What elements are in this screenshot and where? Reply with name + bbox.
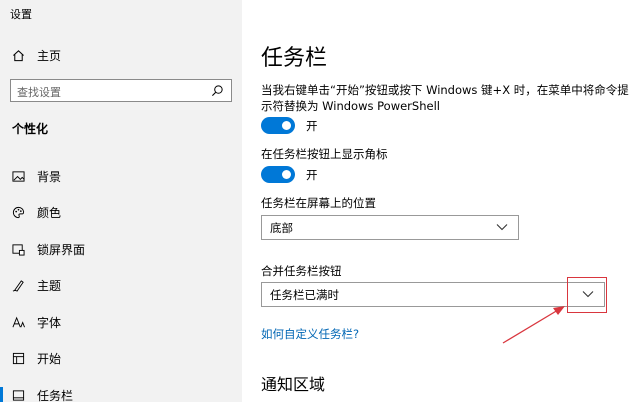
sidebar-item-label: 开始 [37, 352, 62, 367]
search-icon [211, 85, 223, 97]
sidebar-item-colors[interactable]: 颜色 [0, 195, 242, 232]
powershell-toggle[interactable] [261, 117, 295, 134]
sidebar-item-label: 锁屏界面 [37, 242, 86, 257]
annotation-highlight-box [567, 277, 607, 313]
sidebar-item-label: 任务栏 [37, 388, 74, 402]
start-icon [12, 353, 25, 365]
taskbar-icon [12, 390, 25, 401]
theme-icon [12, 280, 24, 292]
sidebar: 设置 主页 查找设置 个性化 背景 颜色 锁屏界面 主题 字体 开始 任务栏 [0, 0, 242, 402]
taskbar-position-value: 底部 [270, 220, 293, 235]
badges-setting-label: 在任务栏按钮上显示角标 [261, 147, 388, 161]
lock-screen-icon [12, 244, 25, 256]
search-input[interactable]: 查找设置 [10, 79, 232, 102]
search-placeholder: 查找设置 [17, 86, 61, 99]
chevron-down-icon [496, 223, 508, 230]
sidebar-item-label: 颜色 [37, 206, 62, 221]
sidebar-nav: 背景 颜色 锁屏界面 主题 字体 开始 任务栏 [0, 158, 242, 402]
main-content: 任务栏 当我右键单击“开始”按钮或按下 Windows 键+X 时，在菜单中将命… [242, 0, 640, 402]
badges-toggle[interactable] [261, 166, 295, 183]
customize-taskbar-link[interactable]: 如何自定义任务栏? [261, 326, 359, 342]
picture-icon [12, 171, 25, 182]
sidebar-item-label: 主题 [37, 279, 62, 294]
section-title: 个性化 [12, 122, 49, 136]
powershell-setting-label: 当我右键单击“开始”按钮或按下 Windows 键+X 时，在菜单中将命令提示符… [261, 83, 629, 113]
taskbar-position-dropdown[interactable]: 底部 [261, 215, 519, 240]
window-title: 设置 [10, 8, 32, 21]
sidebar-item-fonts[interactable]: 字体 [0, 304, 242, 341]
combine-buttons-value: 任务栏已满时 [270, 287, 339, 302]
powershell-toggle-state: 开 [306, 118, 318, 133]
page-title: 任务栏 [261, 46, 328, 71]
notification-area-heading: 通知区域 [261, 375, 326, 394]
sidebar-item-label: 字体 [37, 315, 62, 330]
position-label: 任务栏在屏幕上的位置 [261, 196, 376, 210]
sidebar-item-start[interactable]: 开始 [0, 341, 242, 378]
sidebar-item-lock-screen[interactable]: 锁屏界面 [0, 231, 242, 268]
home-icon [13, 50, 24, 62]
combine-buttons-dropdown[interactable]: 任务栏已满时 [261, 282, 605, 307]
palette-icon [13, 207, 25, 219]
sidebar-item-label: 背景 [37, 169, 62, 184]
powershell-toggle-row: 开 [261, 117, 318, 134]
badges-toggle-state: 开 [306, 167, 318, 182]
sidebar-item-background[interactable]: 背景 [0, 158, 242, 195]
font-icon [12, 316, 25, 328]
sidebar-item-themes[interactable]: 主题 [0, 268, 242, 305]
home-nav-item[interactable]: 主页 [12, 47, 61, 64]
sidebar-item-taskbar[interactable]: 任务栏 [0, 377, 242, 402]
badges-toggle-row: 开 [261, 166, 318, 183]
home-label: 主页 [37, 49, 62, 63]
